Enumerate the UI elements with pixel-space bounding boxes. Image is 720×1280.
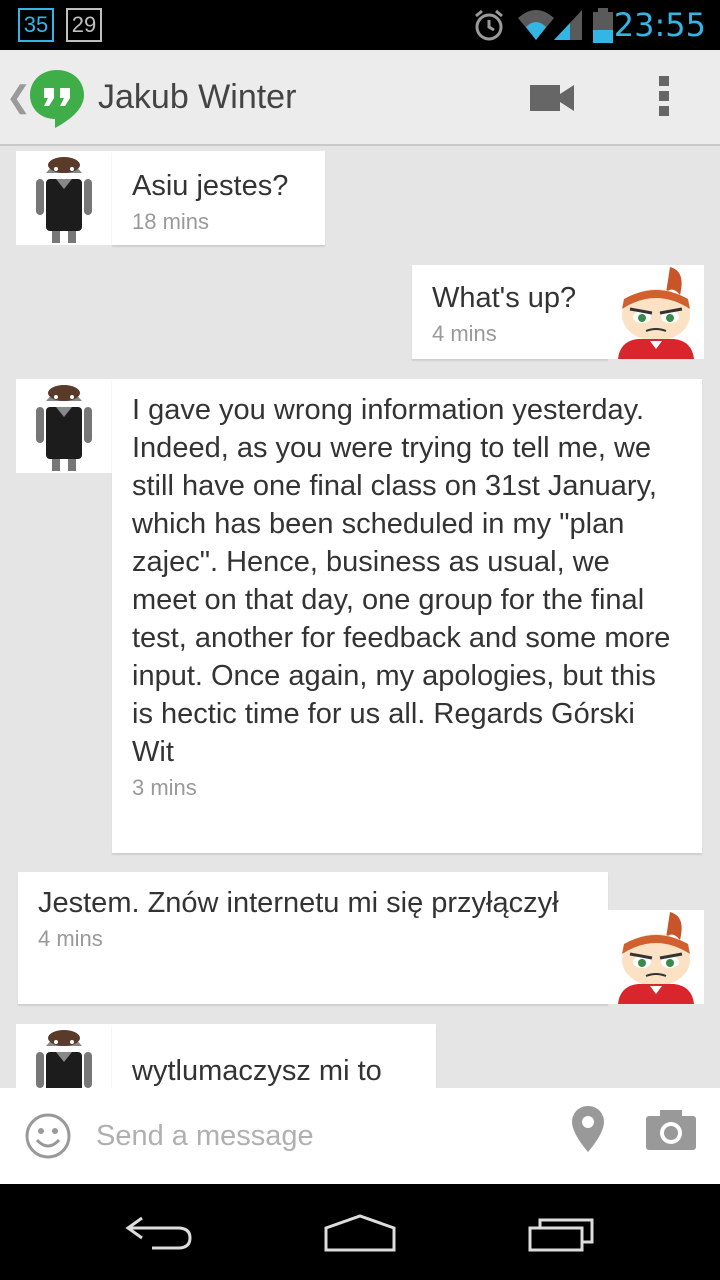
message-bubble-outgoing[interactable]: What's up? 4 mins [412, 265, 608, 359]
message-bubble-incoming[interactable]: wytlumaczysz mi to [112, 1024, 436, 1088]
message-bubble-incoming[interactable]: I gave you wrong information yesterday. … [112, 379, 702, 853]
message-list[interactable]: Asiu jestes? 18 mins What's up? 4 mins I… [0, 148, 720, 1088]
message-text: I gave you wrong information yesterday. … [132, 394, 671, 768]
message-bubble-outgoing[interactable]: Jestem. Znów internetu mi się przyłączył… [18, 872, 608, 1004]
message-text: What's up? [432, 282, 577, 314]
signal-icon [554, 10, 582, 40]
message-text: Asiu jestes? [132, 170, 289, 202]
message-text: wytlumaczysz mi to [132, 1055, 382, 1087]
contact-name: Jakub Winter [98, 78, 297, 116]
android-avatar-icon [36, 1030, 92, 1088]
recent-apps-icon[interactable] [526, 1212, 598, 1252]
clock: 23:55 [613, 6, 706, 44]
message-composer [0, 1088, 720, 1184]
location-pin-icon[interactable] [570, 1104, 606, 1158]
notification-badge-date: 29 [66, 8, 102, 42]
status-bar: 35 29 23:55 [0, 0, 720, 50]
notification-badge-calendar: 35 [18, 8, 54, 42]
message-timestamp: 4 mins [38, 926, 103, 951]
own-avatar[interactable] [608, 265, 704, 359]
alarm-icon [475, 9, 503, 41]
android-avatar-icon [36, 157, 92, 243]
little-my-avatar-icon [608, 265, 704, 359]
camera-icon[interactable] [644, 1108, 698, 1152]
message-timestamp: 3 mins [132, 775, 197, 800]
smiley-icon[interactable] [24, 1112, 72, 1160]
battery-icon [593, 8, 613, 43]
message-input[interactable] [96, 1108, 536, 1164]
message-text: Jestem. Znów internetu mi się przyłączył [38, 887, 559, 919]
message-timestamp: 4 mins [432, 321, 497, 346]
wifi-icon [518, 10, 554, 40]
overflow-menu-icon[interactable] [652, 76, 676, 124]
contact-avatar[interactable] [16, 379, 112, 473]
action-bar: ❮ Jakub Winter [0, 50, 720, 146]
contact-avatar[interactable] [16, 151, 112, 245]
video-call-icon[interactable] [528, 82, 576, 114]
little-my-avatar-icon [608, 910, 704, 1004]
back-icon[interactable] [124, 1212, 196, 1252]
message-timestamp: 18 mins [132, 209, 210, 234]
own-avatar[interactable] [608, 910, 704, 1004]
contact-avatar[interactable] [16, 1024, 112, 1088]
hangouts-icon[interactable] [28, 68, 86, 130]
message-bubble-incoming[interactable]: Asiu jestes? 18 mins [112, 151, 325, 245]
home-icon[interactable] [322, 1212, 398, 1252]
navigation-bar [0, 1184, 720, 1280]
android-avatar-icon [36, 385, 92, 471]
